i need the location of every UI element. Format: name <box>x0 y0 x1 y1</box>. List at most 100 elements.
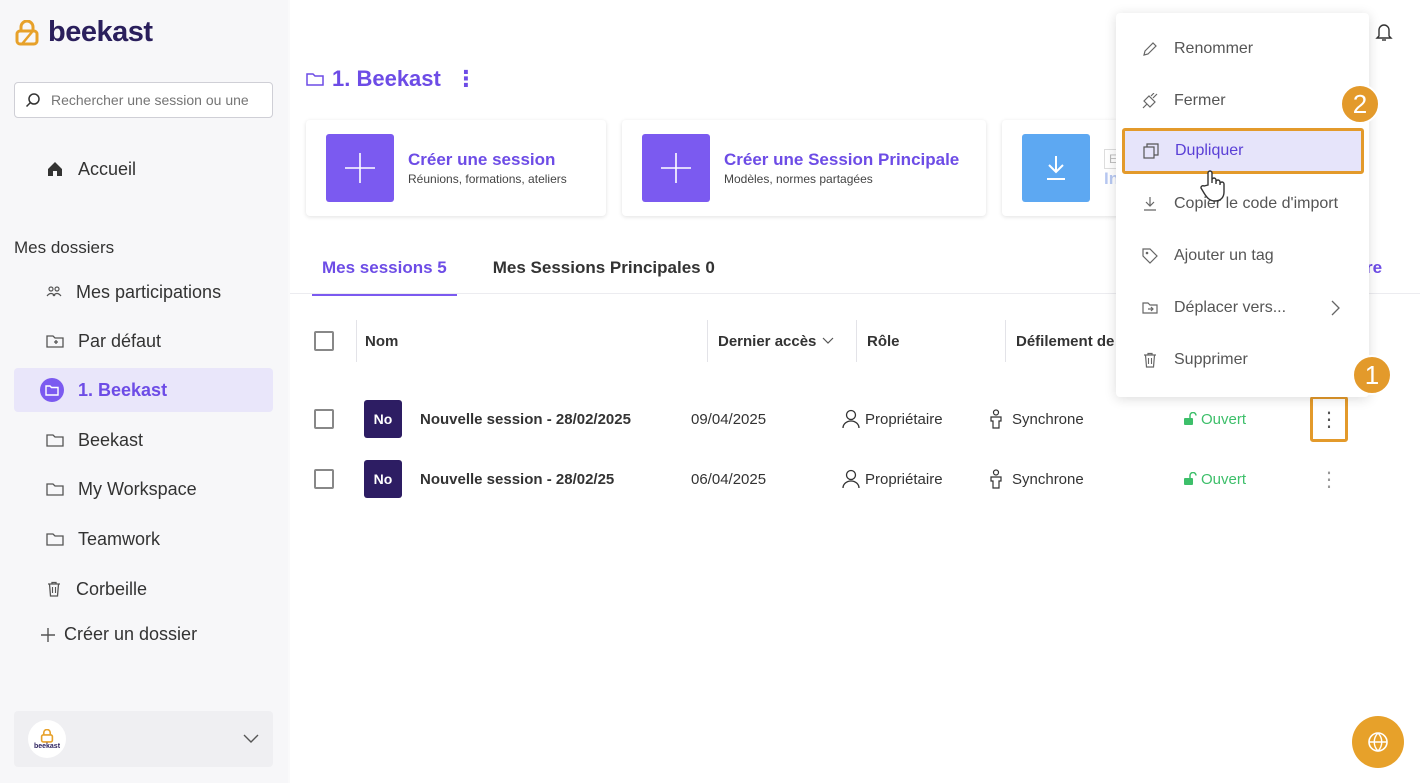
folder-my-workspace[interactable]: My Workspace <box>14 467 273 511</box>
step-marker-2: 2 <box>1340 84 1380 124</box>
card-subtitle: Réunions, formations, ateliers <box>408 172 567 186</box>
session-status: Ouvert <box>1183 411 1310 428</box>
unlock-icon <box>1184 472 1197 485</box>
plus-icon <box>642 134 710 202</box>
presenter-icon <box>990 409 1002 429</box>
folder-1-beekast[interactable]: 1. Beekast <box>14 368 273 412</box>
menu-item-deplacer[interactable]: Déplacer vers... <box>1116 285 1369 331</box>
breadcrumb: 1. Beekast ⋮ <box>306 66 477 92</box>
presenter-icon <box>990 469 1002 489</box>
session-last-access: 06/04/2025 <box>691 470 767 488</box>
menu-item-label: Supprimer <box>1174 351 1248 368</box>
folder-label: Corbeille <box>76 578 148 599</box>
folder-icon <box>46 533 64 546</box>
folder-label: Beekast <box>78 429 144 450</box>
menu-item-supprimer[interactable]: Supprimer <box>1116 337 1369 383</box>
session-name[interactable]: Nouvelle session - 28/02/25 <box>402 471 691 488</box>
folder-label: Mes participations <box>76 281 222 302</box>
tag-icon <box>1142 248 1158 264</box>
create-session-card[interactable]: Créer une session Réunions, formations, … <box>306 120 606 216</box>
menu-item-dupliquer[interactable]: Dupliquer <box>1122 128 1364 174</box>
session-badge: No <box>364 460 402 498</box>
folder-corbeille[interactable]: Corbeille <box>14 567 273 611</box>
unlock-icon <box>1184 412 1197 425</box>
chevron-down-icon <box>243 734 259 743</box>
plus-icon <box>326 134 394 202</box>
select-all-checkbox[interactable] <box>314 331 334 351</box>
chevron-down-icon <box>822 337 834 344</box>
help-button[interactable] <box>1352 716 1404 768</box>
table-row[interactable]: No Nouvelle session - 28/02/25 06/04/202… <box>312 457 1402 501</box>
account-brand: beekast <box>33 742 61 750</box>
session-mode: Synchrone <box>988 409 1183 429</box>
folder-par-defaut[interactable]: Par défaut <box>14 319 273 363</box>
menu-item-label: Copier le code d'import <box>1174 195 1339 212</box>
session-role: Propriétaire <box>841 409 988 429</box>
table-row[interactable]: No Nouvelle session - 28/02/2025 09/04/2… <box>312 396 1402 442</box>
folder-beekast[interactable]: Beekast <box>14 418 273 462</box>
folder-options-icon[interactable]: ⋮ <box>455 66 477 92</box>
search-icon <box>25 93 40 108</box>
beekast-logo-icon <box>40 728 54 743</box>
session-mode: Synchrone <box>988 469 1183 489</box>
row-options-button[interactable]: ⋮ <box>1310 396 1348 442</box>
unplug-icon <box>1142 93 1158 109</box>
session-role-label: Propriétaire <box>865 470 943 488</box>
home-icon <box>48 162 62 176</box>
folder-label: My Workspace <box>78 478 197 499</box>
session-name[interactable]: Nouvelle session - 28/02/2025 <box>402 411 691 428</box>
sidebar: beekast Accueil Mes dossiers Mes partici… <box>0 0 288 783</box>
beekast-logo-icon <box>15 19 39 45</box>
create-main-session-card[interactable]: Créer une Session Principale Modèles, no… <box>622 120 986 216</box>
nav-home-label: Accueil <box>78 158 137 179</box>
row-options-button[interactable]: ⋮ <box>1310 456 1348 502</box>
column-scroll-mode[interactable]: Défilement de <box>1006 333 1126 350</box>
menu-item-label: Ajouter un tag <box>1174 247 1274 264</box>
menu-item-ajouter-tag[interactable]: Ajouter un tag <box>1116 233 1369 279</box>
folder-mes-participations[interactable]: Mes participations <box>14 270 273 314</box>
active-folder-icon <box>40 378 64 402</box>
menu-item-label: Dupliquer <box>1175 142 1244 159</box>
session-role-label: Propriétaire <box>865 410 943 428</box>
participants-icon <box>46 286 62 297</box>
session-badge: No <box>364 400 402 438</box>
account-switcher[interactable]: beekast <box>14 711 273 767</box>
folder-label: Teamwork <box>78 528 161 549</box>
folder-label: 1. Beekast <box>78 379 168 400</box>
session-status: Ouvert <box>1183 471 1310 488</box>
plus-icon <box>41 627 55 642</box>
folder-teamwork[interactable]: Teamwork <box>14 517 273 561</box>
session-status-label: Ouvert <box>1201 410 1247 428</box>
menu-item-fermer[interactable]: Fermer <box>1116 78 1369 124</box>
bell-icon[interactable] <box>1375 22 1393 42</box>
column-role[interactable]: Rôle <box>857 333 1005 350</box>
move-folder-icon <box>1142 302 1158 314</box>
tab-mes-sessions[interactable]: Mes sessions 5 <box>312 250 457 296</box>
nav-home[interactable]: Accueil <box>14 147 273 191</box>
menu-item-renommer[interactable]: Renommer <box>1116 26 1369 72</box>
row-checkbox[interactable] <box>314 469 334 489</box>
trash-icon <box>1144 352 1156 368</box>
search-box[interactable] <box>14 82 273 118</box>
row-checkbox[interactable] <box>314 409 334 429</box>
session-mode-label: Synchrone <box>1012 470 1084 488</box>
brand-logo[interactable]: beekast <box>14 16 153 49</box>
menu-item-copier-code[interactable]: Copier le code d'import <box>1116 181 1369 227</box>
folder-icon <box>46 483 64 496</box>
copy-icon <box>1143 143 1159 159</box>
pencil-icon <box>1143 42 1157 56</box>
session-status-label: Ouvert <box>1201 470 1247 488</box>
step-marker-1: 1 <box>1352 355 1392 395</box>
column-last-access[interactable]: Dernier accès <box>708 333 856 350</box>
search-input[interactable] <box>51 92 271 108</box>
hand-cursor-icon <box>1200 170 1225 202</box>
account-avatar: beekast <box>28 720 66 758</box>
create-folder-button[interactable]: Créer un dossier <box>40 624 197 645</box>
session-tabs: Mes sessions 5 Mes Sessions Principales … <box>312 250 725 296</box>
page-title: 1. Beekast <box>332 66 441 91</box>
folder-inbox-icon <box>46 335 64 348</box>
column-name[interactable]: Nom <box>357 333 707 350</box>
card-subtitle: Modèles, normes partagées <box>724 172 873 186</box>
trash-icon <box>48 581 60 597</box>
tab-sessions-principales[interactable]: Mes Sessions Principales 0 <box>483 250 725 296</box>
